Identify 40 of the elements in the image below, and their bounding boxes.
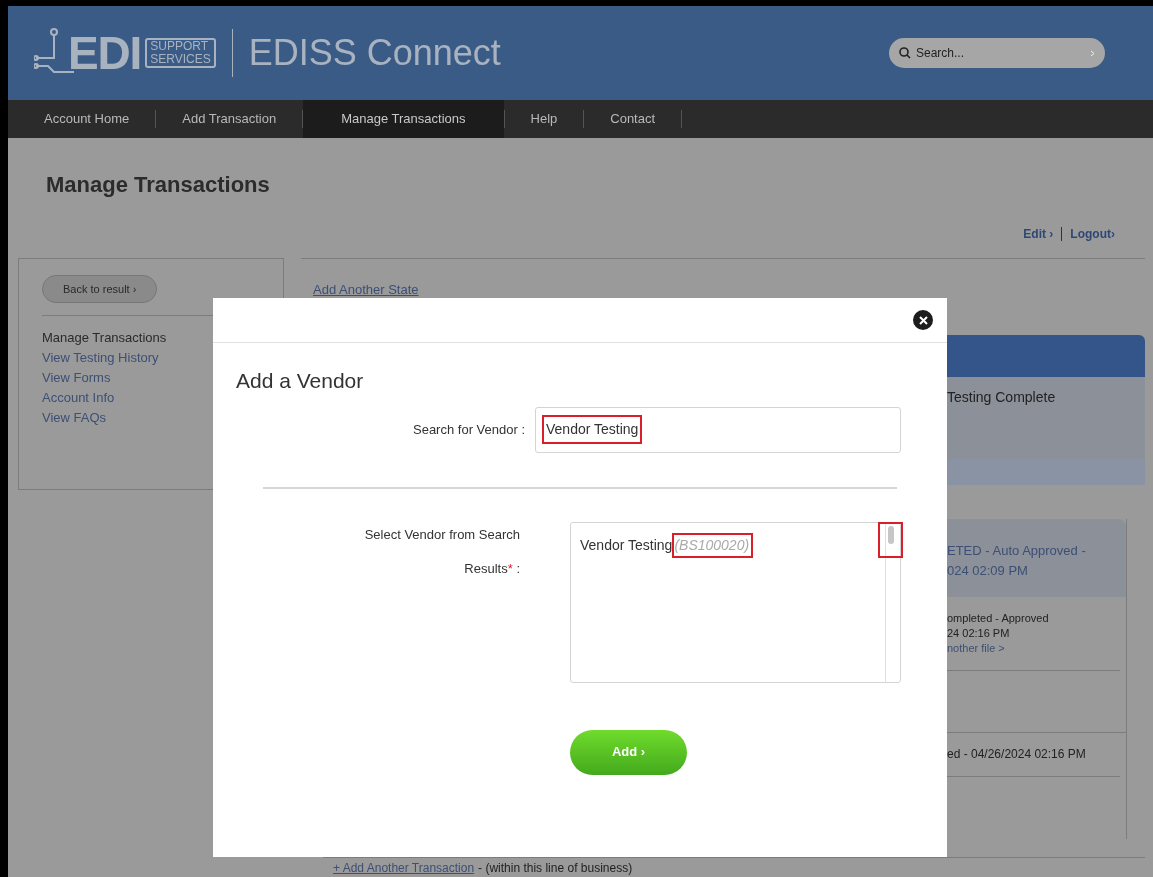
- page-title: Manage Transactions: [46, 171, 270, 199]
- status-text: Testing Complete: [947, 388, 1057, 407]
- logo-text: EDI: [68, 30, 142, 76]
- history-line: ompleted - Approved: [947, 611, 1050, 626]
- field-label: Search for Vendor :: [412, 420, 525, 439]
- vendor-listbox[interactable]: Vendor Testing(BS100020): [570, 521, 901, 683]
- edit-link[interactable]: Edit ›: [1023, 225, 1054, 243]
- scrollbar-thumb[interactable]: [878, 521, 903, 558]
- vendor-option[interactable]: Vendor Testing(BS100020): [580, 532, 754, 558]
- back-button[interactable]: Back to result ›: [42, 275, 158, 303]
- history-line: 24 02:16 PM: [947, 626, 1011, 641]
- logo-subtitle: SERVICES: [150, 53, 211, 66]
- chevron-icon: [1090, 49, 1095, 57]
- upload-link[interactable]: nother file >: [947, 641, 1120, 656]
- search-placeholder: Search...: [916, 45, 966, 62]
- add-transaction-link[interactable]: + Add Another Transaction: [333, 858, 475, 877]
- nav-tab[interactable]: Contact: [584, 100, 682, 138]
- field-label-end: Results* :: [464, 559, 520, 578]
- close-button[interactable]: [913, 310, 933, 330]
- dialog-title: Add a Vendor: [235, 368, 365, 394]
- nav-tab[interactable]: Account Home: [18, 100, 156, 138]
- app-title: EDISS Connect: [248, 31, 501, 75]
- nav-tab[interactable]: Add Transaction: [156, 100, 303, 138]
- field-label: Select Vendor from Search: [364, 525, 520, 544]
- nav-tab[interactable]: Help: [504, 100, 584, 138]
- nav-tab[interactable]: Manage Transactions: [303, 100, 504, 138]
- search-vendor-field[interactable]: Vendor Testing: [535, 406, 901, 453]
- add-state-link[interactable]: Add Another State: [313, 282, 419, 297]
- search-icon: [899, 47, 911, 59]
- status-line: 024 02:09 PM: [947, 562, 1029, 580]
- logo-subtitle: SUPPORT: [150, 40, 210, 53]
- vendor-code: (BS100020): [672, 532, 754, 558]
- add-transaction-note: - (within this line of business): [478, 859, 633, 877]
- search-field[interactable]: Search...: [889, 38, 1105, 68]
- history-line: ed - 04/26/2024 02:16 PM: [947, 747, 1087, 762]
- add-button[interactable]: Add ›: [570, 729, 687, 775]
- field-value: Vendor Testing: [542, 415, 643, 444]
- logout-link[interactable]: Logout›: [1070, 225, 1115, 243]
- close-icon: [918, 315, 928, 325]
- status-line: ETED - Auto Approved -: [947, 542, 1087, 560]
